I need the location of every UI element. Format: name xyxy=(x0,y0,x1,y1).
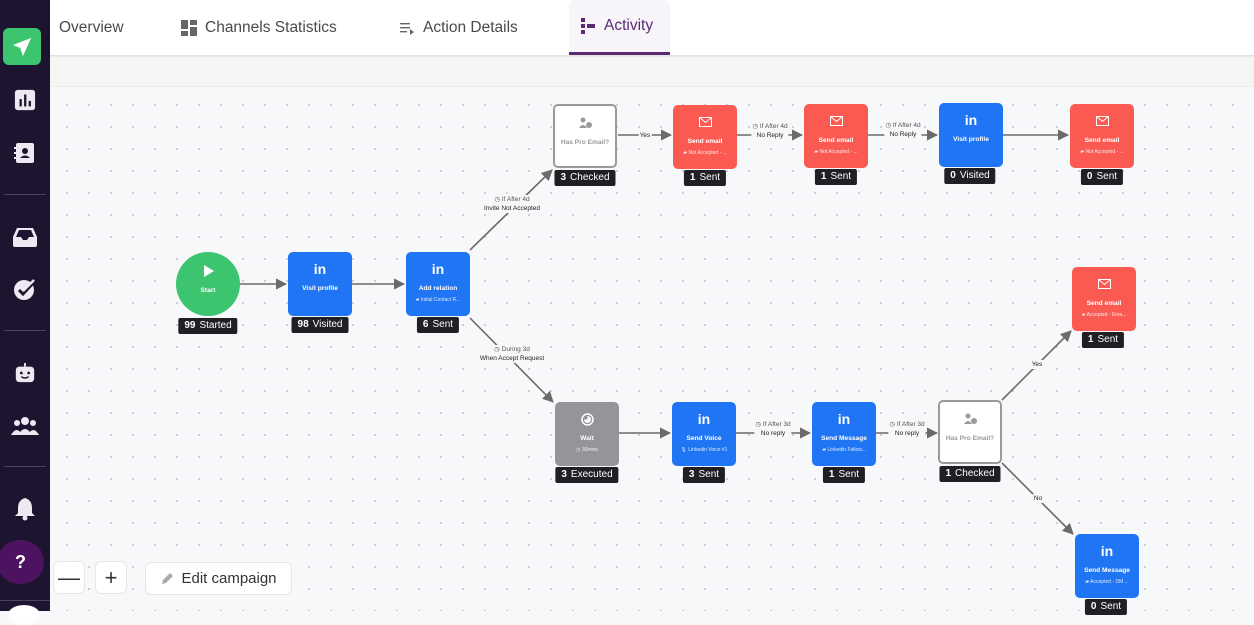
user-check-icon xyxy=(963,410,977,428)
node-send-message-accepted-stat: 0 Sent xyxy=(1084,599,1128,615)
edge-label-yes-top: Yes xyxy=(638,131,652,140)
envelope-icon xyxy=(1097,275,1111,293)
node-send-message-1[interactable]: in Send Message ▰ Linkedin Follow... xyxy=(812,402,876,466)
edge-label-no-reply-4: ◷ If After 3d No reply xyxy=(888,420,926,438)
edge-label-no-reply-1: ◷ If After 4d No Reply xyxy=(751,122,789,140)
tab-action-details[interactable]: Action Details xyxy=(400,0,518,55)
node-visit-profile[interactable]: in Visit profile xyxy=(288,252,352,316)
node-send-email-accepted-stat: 1 Sent xyxy=(1081,332,1125,348)
play-icon xyxy=(202,262,214,280)
sidebar-item-analytics[interactable] xyxy=(0,80,50,120)
sidebar-item-bot[interactable] xyxy=(0,353,50,393)
node-send-message-1-stat: 1 Sent xyxy=(822,467,866,483)
linkedin-icon: in xyxy=(313,261,327,277)
tab-activity[interactable]: Activity xyxy=(569,0,670,55)
node-start[interactable]: Start xyxy=(176,252,240,316)
zoom-out-button[interactable]: — xyxy=(53,561,85,594)
help-button[interactable]: ? xyxy=(0,540,44,584)
node-wait-stat: 3 Executed xyxy=(555,467,619,483)
envelope-icon xyxy=(698,113,712,131)
node-wait[interactable]: Wait ◷ 30mins xyxy=(555,402,619,466)
clock-icon xyxy=(580,410,594,428)
sidebar-divider xyxy=(4,330,46,331)
sidebar-item-campaigns[interactable] xyxy=(3,28,41,65)
check-circle-icon xyxy=(14,279,37,300)
node-send-email-2-stat: 1 Sent xyxy=(814,169,858,185)
node-visit-profile-2[interactable]: in Visit profile xyxy=(939,103,1003,167)
bell-icon xyxy=(15,498,35,521)
avatar[interactable] xyxy=(8,605,40,625)
node-send-voice-stat: 3 Sent xyxy=(682,467,726,483)
linkedin-icon: in xyxy=(964,112,978,128)
node-add-relation-stat: 6 Sent xyxy=(416,317,460,333)
edge-label-no-bottom: No xyxy=(1032,494,1044,503)
edge-label-not-accepted: ◷ If After 4d Invite Not Accepted xyxy=(482,195,542,213)
linkedin-icon: in xyxy=(697,411,711,427)
node-add-relation[interactable]: in Add relation ▰ Initial Contact R... xyxy=(406,252,470,316)
node-send-email-1-stat: 1 Sent xyxy=(683,170,727,186)
node-send-email-3[interactable]: Send email ▰ Not Accepted - ... xyxy=(1070,104,1134,168)
sidebar-item-contacts[interactable] xyxy=(0,133,50,173)
sidebar-divider xyxy=(4,194,46,195)
toolbar-strip xyxy=(50,57,1254,87)
tab-overview[interactable]: Overview xyxy=(59,0,124,55)
node-send-email-1[interactable]: Send email ▰ Not Accepted - ... xyxy=(673,105,737,169)
node-send-email-3-stat: 0 Sent xyxy=(1080,169,1124,185)
node-send-email-2[interactable]: Send email ▰ Not Accepted - ... xyxy=(804,104,868,168)
sidebar-item-tasks[interactable] xyxy=(0,269,50,309)
edge-label-accepted: ◷ During 3d When Accept Request xyxy=(478,345,546,363)
bar-chart-icon xyxy=(14,89,36,111)
envelope-icon xyxy=(1095,112,1109,130)
tab-bar: Overview Channels Statistics Action Deta… xyxy=(50,0,1254,56)
list-icon xyxy=(400,22,414,35)
node-has-pro-email-bottom-stat: 1 Checked xyxy=(939,466,1001,482)
robot-icon xyxy=(15,362,35,383)
sidebar-divider xyxy=(0,600,50,601)
inbox-icon xyxy=(13,228,37,247)
sidebar-item-inbox[interactable] xyxy=(0,217,50,257)
node-send-voice[interactable]: in Send Voice 🎙 Linkedin Voice #1 xyxy=(672,402,736,466)
pencil-icon xyxy=(162,572,174,584)
sidebar-divider xyxy=(4,466,46,467)
address-book-icon xyxy=(14,143,34,163)
zoom-in-button[interactable]: + xyxy=(95,561,127,594)
node-has-pro-email-top[interactable]: Has Pro Email? xyxy=(553,104,617,168)
node-has-pro-email-top-stat: 3 Checked xyxy=(554,170,616,186)
linkedin-icon: in xyxy=(431,261,445,277)
node-send-email-accepted[interactable]: Send email ▰ Accepted - Ema... xyxy=(1072,267,1136,331)
flow-icon xyxy=(581,18,595,34)
paper-plane-icon xyxy=(12,37,32,56)
node-visit-profile-2-stat: 0 Visited xyxy=(944,168,996,184)
tab-channels-statistics[interactable]: Channels Statistics xyxy=(181,0,337,55)
edge-label-no-reply-2: ◷ If After 4d No Reply xyxy=(884,121,922,139)
edit-campaign-button[interactable]: Edit campaign xyxy=(145,562,292,595)
node-visit-profile-stat: 98 Visited xyxy=(291,317,349,333)
node-send-message-accepted[interactable]: in Send Message ▰ Accepted - DM ... xyxy=(1075,534,1139,598)
sidebar-item-team[interactable] xyxy=(0,406,50,446)
node-start-stat: 99 Started xyxy=(178,318,238,334)
sidebar-item-notifications[interactable] xyxy=(0,489,50,529)
edge-label-yes-bottom: Yes xyxy=(1030,360,1044,369)
linkedin-icon: in xyxy=(1100,543,1114,559)
node-has-pro-email-bottom[interactable]: Has Pro Email? xyxy=(938,400,1002,464)
users-icon xyxy=(11,417,39,435)
envelope-icon xyxy=(829,112,843,130)
sidebar: ? xyxy=(0,0,50,625)
edge-label-no-reply-3: ◷ If After 3d No reply xyxy=(754,420,792,438)
user-check-icon xyxy=(578,114,592,132)
linkedin-icon: in xyxy=(837,411,851,427)
grid-icon xyxy=(181,19,197,36)
